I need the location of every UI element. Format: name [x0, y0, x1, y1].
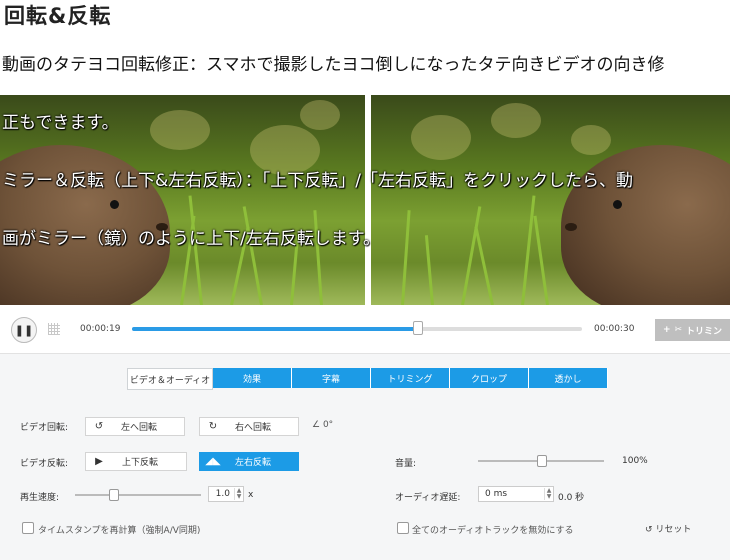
flip-vertical-label: 上下反転 [121, 458, 158, 468]
rotate-right-label: 右へ回転 [234, 423, 271, 433]
flip-horizontal-label: 左右反転 [234, 458, 271, 468]
tab-trimming[interactable]: トリミング [371, 368, 450, 388]
speed-label: 再生速度: [20, 493, 60, 503]
speed-stepper[interactable]: 1.0 ▲ ▼ [208, 486, 244, 502]
pause-icon: ❚❚ [14, 323, 34, 337]
speed-value: 1.0 [215, 489, 230, 499]
audio-delay-stepper[interactable]: 0 ms ▲ ▼ [478, 486, 554, 502]
tab-video-audio[interactable]: ビデオ＆オーディオ [127, 368, 213, 390]
trim-button[interactable]: + ✂ トリミン [655, 319, 730, 341]
volume-slider[interactable] [478, 455, 604, 467]
disable-audio-checkbox-label: 全てのオーディオトラックを無効にする [412, 526, 574, 536]
disable-audio-checkbox[interactable] [397, 522, 409, 534]
rotate-left-button[interactable]: ↺ 左へ回転 [85, 417, 185, 436]
intro-text: 動画のタテヨコ回転修正：スマホで撮影したヨコ倒しになったタテ向きビデオの向き修 … [2, 36, 730, 268]
tab-effects[interactable]: 効果 [213, 368, 292, 388]
angle-icon: ∠ [312, 420, 321, 430]
pause-button[interactable]: ❚❚ [11, 317, 37, 343]
volume-value: 100% [622, 456, 648, 466]
flip-horizontal-icon: ◢◣ [205, 456, 221, 467]
intro-line: ミラー＆反転（上下&左右反転）：「上下反転」/「左右反転」をクリックしたら、動 [2, 171, 633, 191]
settings-tabs: ビデオ＆オーディオ 効果 字幕 トリミング クロップ 透かし [127, 368, 608, 390]
scissors-icon: ✂ [674, 325, 683, 335]
timestamp-checkbox-label: タイムスタンプを再計算（強制A/V同期) [38, 526, 201, 536]
rotate-cw-icon: ↻ [208, 421, 218, 432]
progress-fill [132, 327, 418, 331]
playback-bar: ❚❚ 00:00:19 00:00:30 + ✂ トリミン [0, 305, 730, 354]
speed-slider[interactable] [75, 489, 201, 501]
stepper-arrows-icon[interactable]: ▲ ▼ [234, 488, 243, 500]
rotation-angle: ∠ 0° [312, 420, 333, 430]
current-time: 00:00:19 [80, 324, 121, 334]
trim-prefix: + [662, 325, 671, 335]
intro-line: 正もできます。 [2, 113, 119, 133]
audio-delay-value: 0 ms [485, 489, 508, 499]
rotate-right-button[interactable]: ↻ 右へ回転 [199, 417, 299, 436]
volume-handle[interactable] [537, 455, 547, 467]
settings-panel: ビデオ＆オーディオ 効果 字幕 トリミング クロップ 透かし ビデオ回転: ↺ … [0, 354, 730, 560]
volume-label: 音量: [395, 459, 417, 469]
grip-icon [48, 323, 60, 335]
progress-track[interactable] [132, 321, 582, 335]
rotate-ccw-icon: ↺ [94, 421, 104, 432]
timestamp-checkbox[interactable] [22, 522, 34, 534]
reset-button[interactable]: ↺ リセット [645, 522, 691, 535]
audio-delay-label: オーディオ遅延: [395, 493, 461, 503]
flip-vertical-button[interactable]: ▶ 上下反転 [85, 452, 187, 471]
speed-handle[interactable] [108, 489, 119, 501]
stepper-arrows-icon[interactable]: ▲ ▼ [544, 488, 553, 500]
speed-unit: x [248, 490, 254, 500]
reset-label: リセット [655, 525, 692, 535]
rotation-angle-value: 0° [322, 420, 334, 430]
flip-label: ビデオ反転: [20, 459, 69, 469]
rotation-label: ビデオ回転: [20, 423, 69, 433]
rotate-left-label: 左へ回転 [120, 423, 157, 433]
audio-delay-seconds: 0.0 秒 [558, 493, 585, 503]
flip-horizontal-button[interactable]: ◢◣ 左右反転 [199, 452, 299, 471]
trim-label: トリミン [686, 326, 723, 337]
reset-icon: ↺ [645, 525, 653, 535]
tab-crop[interactable]: クロップ [450, 368, 529, 388]
total-time: 00:00:30 [594, 324, 635, 334]
tab-watermark[interactable]: 透かし [529, 368, 608, 388]
page-heading: 回転&反転 [4, 4, 112, 28]
progress-handle[interactable] [413, 321, 424, 335]
intro-line: 動画のタテヨコ回転修正：スマホで撮影したヨコ倒しになったタテ向きビデオの向き修 [2, 55, 665, 75]
intro-line: 画がミラー（鏡）のように上下/左右反転します。 [2, 229, 381, 249]
flip-vertical-icon: ▶ [95, 456, 103, 467]
tab-subtitles[interactable]: 字幕 [292, 368, 371, 388]
